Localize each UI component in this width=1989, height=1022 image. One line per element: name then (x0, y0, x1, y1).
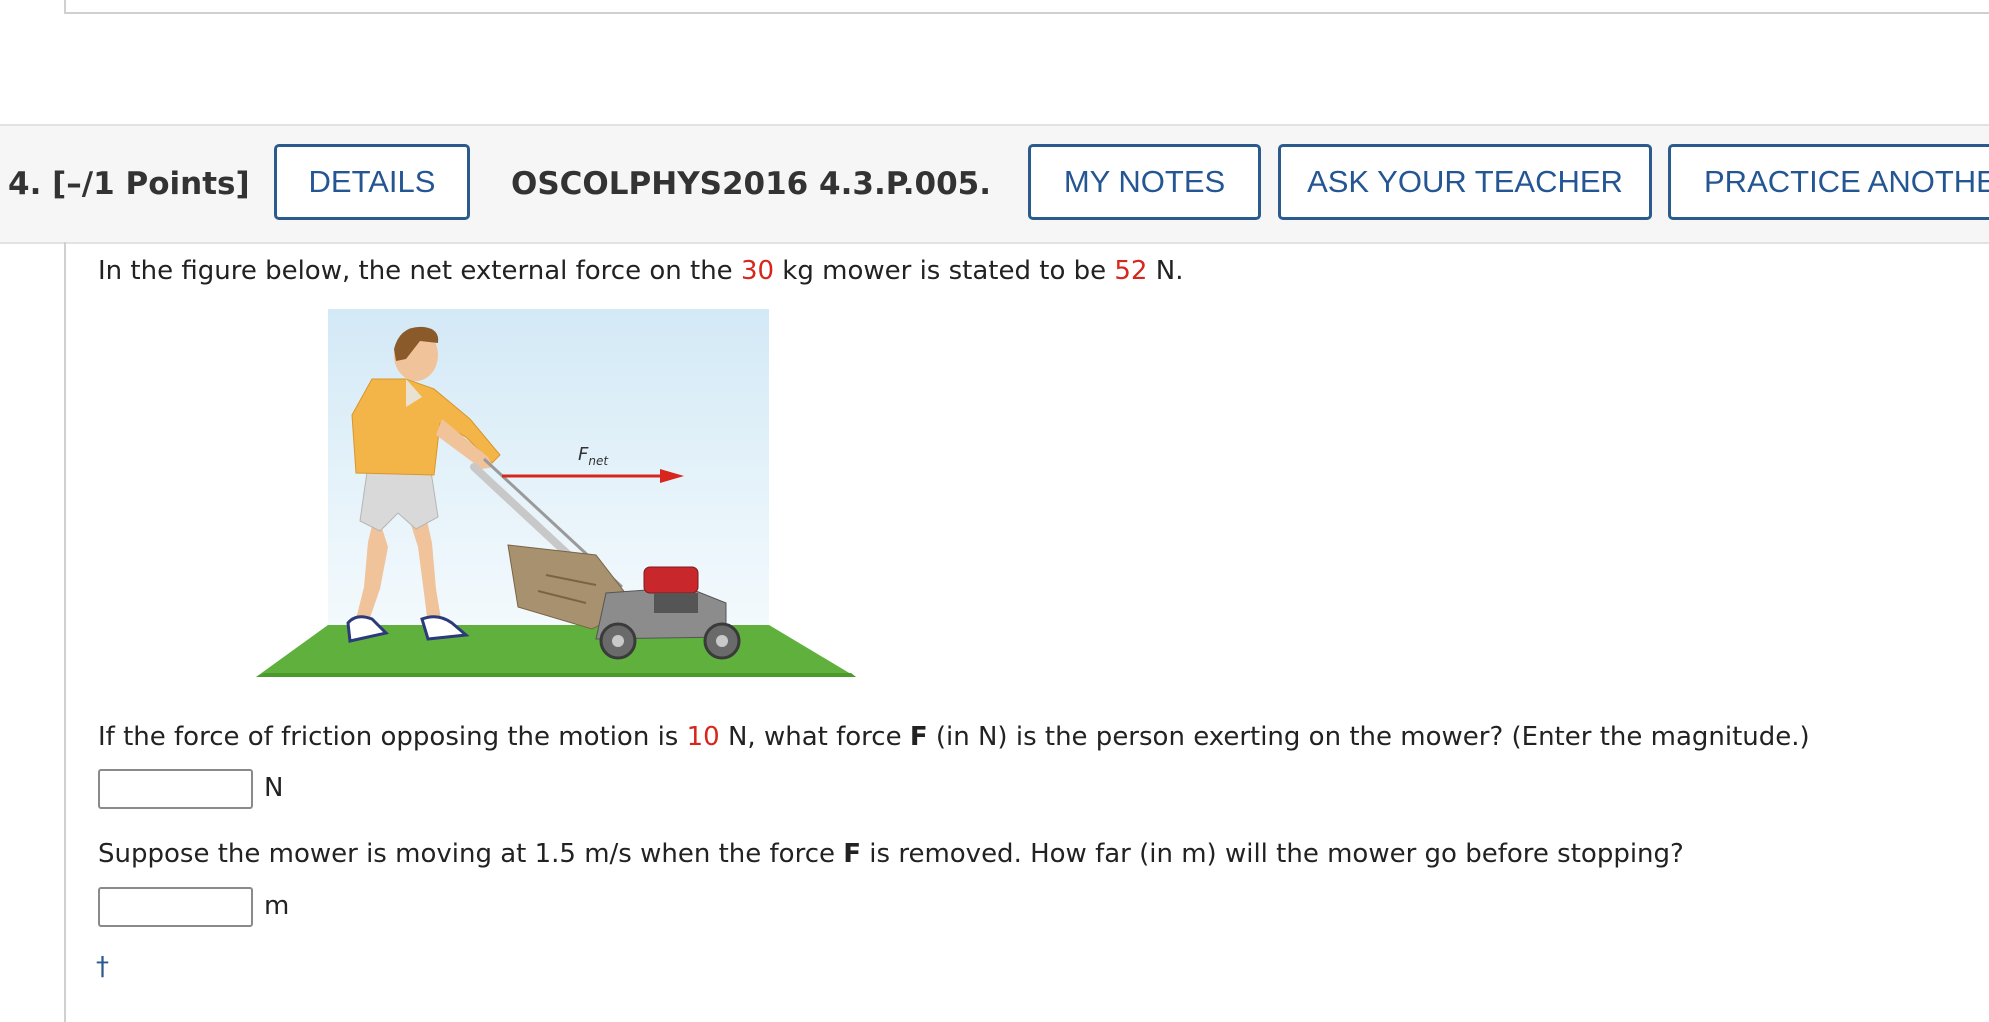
intro-text: In the figure below, the net external fo… (98, 256, 1184, 286)
force-answer-input[interactable] (98, 769, 253, 809)
force-value: 52 (1114, 256, 1148, 286)
grass-ground (256, 625, 856, 677)
part1-question-text: If the force of friction opposing the mo… (98, 722, 1810, 752)
force-unit-label: N (264, 773, 284, 803)
my-notes-button[interactable]: MY NOTES (1028, 144, 1261, 220)
distance-unit-label: m (264, 891, 290, 921)
distance-answer-input[interactable] (98, 887, 253, 927)
footnote-dagger-link[interactable]: † (96, 952, 109, 982)
question-points-label: 4. [–/1 Points] (8, 166, 250, 202)
friction-value: 10 (686, 722, 720, 752)
details-button[interactable]: DETAILS (274, 144, 470, 220)
practice-another-button[interactable]: PRACTICE ANOTHE (1668, 144, 1989, 220)
question-content: In the figure below, the net external fo… (64, 242, 1989, 1022)
previous-question-box (64, 0, 1989, 14)
lawn-mower-figure: Fnet (256, 309, 856, 677)
part2-question-text: Suppose the mower is moving at 1.5 m/s w… (98, 839, 1684, 869)
ask-your-teacher-button[interactable]: ASK YOUR TEACHER (1278, 144, 1652, 220)
question-header: 4. [–/1 Points] DETAILS OSCOLPHYS2016 4.… (0, 124, 1989, 244)
question-code: OSCOLPHYS2016 4.3.P.005. (511, 166, 992, 202)
mass-value: 30 (740, 256, 775, 286)
